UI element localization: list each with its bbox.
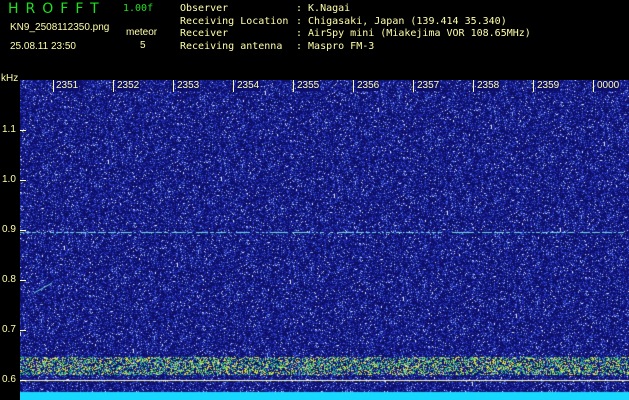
observation-datetime: 25.08.11 23:50 [10, 41, 76, 52]
app-title: HROFFT [8, 1, 106, 17]
freq-tick [20, 380, 26, 381]
info-value-location: : Chigasaki, Japan (139.414 35.340) [296, 15, 507, 27]
time-label: 0000 [596, 80, 621, 91]
info-value-receiver: : AirSpy mini (Miakejima VOR 108.65MHz) [296, 28, 531, 39]
info-key-location: Receiving Location [180, 15, 289, 27]
app-version: 1.00f [123, 3, 154, 14]
freq-tick [20, 130, 26, 131]
hrofft-window: HROFFT 1.00f KN9_2508112350.png meteor 2… [0, 0, 629, 400]
freq-label: 0.9 [2, 224, 16, 235]
time-tick [53, 80, 54, 92]
time-tick [593, 80, 594, 92]
freq-label: 1.1 [2, 124, 16, 135]
time-label: 2352 [116, 80, 141, 91]
time-tick [473, 80, 474, 92]
time-label: 2356 [356, 80, 381, 91]
time-label: 2353 [176, 80, 201, 91]
time-tick [353, 80, 354, 92]
freq-label: 0.6 [2, 374, 16, 385]
file-name: KN9_2508112350.png [10, 22, 110, 33]
time-tick [293, 80, 294, 92]
time-label: 2351 [55, 80, 80, 91]
info-value-antenna: : Maspro FM-3 [296, 40, 375, 52]
freq-tick [20, 180, 26, 181]
meteor-label: meteor [126, 27, 158, 38]
time-label: 2357 [416, 80, 441, 91]
time-tick [533, 80, 534, 92]
freq-tick [20, 330, 26, 331]
time-label: 2359 [536, 80, 561, 91]
freq-label: 1.0 [2, 174, 16, 185]
info-key-antenna: Receiving antenna [180, 40, 283, 52]
time-tick [233, 80, 234, 92]
frequency-unit: kHz [1, 73, 19, 84]
time-tick [113, 80, 114, 92]
freq-tick [20, 280, 26, 281]
freq-label: 0.7 [2, 324, 16, 335]
time-tick [413, 80, 414, 92]
meteor-count: 5 [140, 40, 146, 51]
info-key-observer: Observer [180, 3, 229, 14]
info-keys: Observer Receiving Location Receiver Rec… [180, 3, 288, 53]
freq-label: 0.8 [2, 274, 16, 285]
info-value-observer: : K.Nagai [296, 3, 351, 14]
time-label: 2354 [236, 80, 261, 91]
time-label: 2355 [296, 80, 321, 91]
spectrogram [20, 80, 629, 400]
time-tick [173, 80, 174, 92]
info-key-receiver: Receiver [180, 28, 229, 39]
spectrogram-canvas [20, 80, 629, 400]
info-values: : K.Nagai : Chigasaki, Japan (139.414 35… [296, 3, 531, 53]
time-label: 2358 [476, 80, 501, 91]
freq-tick [20, 230, 26, 231]
